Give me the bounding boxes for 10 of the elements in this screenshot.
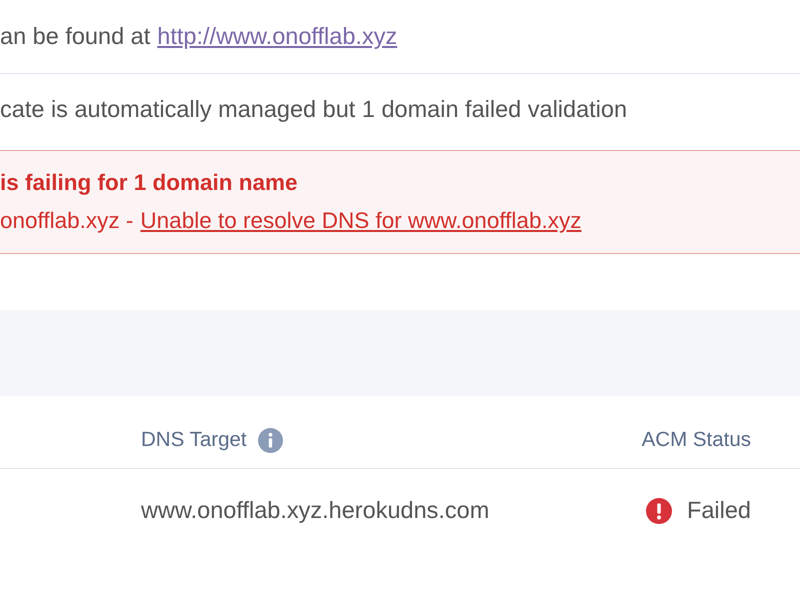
dns-target-cell-text: www.onofflab.xyz.herokudns.com xyxy=(141,496,490,526)
column-header: DNS Target xyxy=(141,426,247,453)
column-header: ACM Status xyxy=(642,426,751,453)
acm-status-text: Failed xyxy=(686,496,751,526)
certificate-status-text: cate is automatically managed but 1 domain failed validation xyxy=(0,95,628,124)
dns-error-link[interactable]: Unable to resolve DNS for www.onofflab.xyz xyxy=(140,207,582,235)
app-url-link[interactable]: http://www.onofflab.xyz xyxy=(157,18,398,54)
failing-domain-text: onofflab.xyz - xyxy=(0,207,134,235)
domain-info-text: an be found at xyxy=(0,22,150,51)
alert-title: is failing for 1 domain name xyxy=(0,169,299,197)
